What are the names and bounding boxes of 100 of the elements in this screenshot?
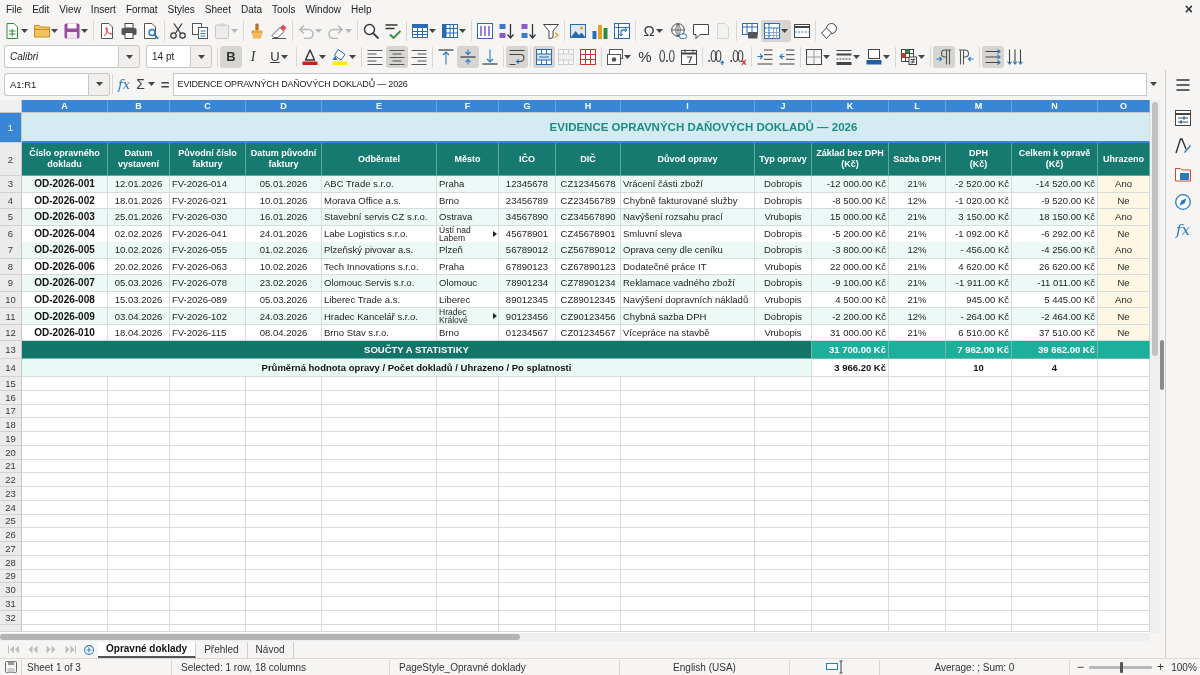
horizontal-scrollbar[interactable]: [0, 633, 1150, 641]
dropdown-button[interactable]: [190, 45, 212, 68]
column-header[interactable]: K: [812, 100, 889, 113]
column-header[interactable]: E: [322, 100, 437, 113]
brush-stroke-icon: [1175, 138, 1191, 154]
column-header[interactable]: A: [22, 100, 108, 113]
row-header[interactable]: 5: [0, 209, 22, 226]
sheet-count-text: Sheet 1 of 3: [27, 661, 81, 673]
pivot-table-icon: [614, 22, 630, 39]
row-header[interactable]: 14: [0, 359, 22, 377]
row-header[interactable]: 7: [0, 242, 22, 259]
column-header[interactable]: N: [1012, 100, 1098, 113]
add-sheet-button[interactable]: [82, 642, 96, 657]
row-header[interactable]: 30: [0, 583, 22, 597]
row-header[interactable]: 18: [0, 418, 22, 432]
menu-item[interactable]: Edit: [27, 1, 55, 17]
left-to-right-button[interactable]: [933, 45, 955, 68]
menu-item[interactable]: File: [1, 1, 28, 17]
table-cell: -14 520.00 Kč: [1012, 176, 1098, 193]
sheet-tab[interactable]: Návod: [247, 641, 294, 658]
line-styles-icon: [836, 48, 852, 65]
column-header[interactable]: B: [108, 100, 170, 113]
table-cell: Navýšení rozsahu prací: [621, 209, 755, 226]
font-size-field[interactable]: 14 pt: [146, 45, 190, 68]
zoom-in-button[interactable]: +: [1156, 661, 1165, 673]
ovals-cross-icon: [730, 48, 746, 65]
row-header[interactable]: 1: [0, 113, 22, 143]
column-header[interactable]: G: [499, 100, 556, 113]
column-header[interactable]: H: [556, 100, 621, 113]
sum-button[interactable]: Σ: [133, 73, 158, 95]
table-cell: [108, 432, 170, 446]
slider-thumb[interactable]: [1119, 661, 1123, 673]
menu-item[interactable]: Insert: [85, 1, 121, 17]
table-cell: 78901234: [499, 275, 556, 292]
table-cell: [946, 597, 1012, 611]
freeze-button[interactable]: [761, 19, 791, 42]
merged-grid-icon: [536, 48, 552, 65]
text-direction-button[interactable]: [982, 45, 1004, 68]
menu-item[interactable]: Tools: [267, 1, 301, 17]
row-header[interactable]: 19: [0, 432, 22, 446]
vertical-scrollbar[interactable]: [1150, 100, 1160, 633]
merge-center-button[interactable]: [533, 45, 555, 68]
row-header[interactable]: 22: [0, 473, 22, 487]
menu-item[interactable]: View: [54, 1, 86, 17]
column-header[interactable]: L: [889, 100, 946, 113]
center-vertically-button[interactable]: [457, 45, 479, 68]
row-header[interactable]: 9: [0, 275, 22, 292]
italic-button[interactable]: I: [242, 45, 264, 68]
zoom-out-button[interactable]: −: [1076, 661, 1085, 673]
row-header[interactable]: 3: [0, 176, 22, 193]
column-header[interactable]: J: [755, 100, 812, 113]
scrollbar-thumb[interactable]: [0, 634, 520, 640]
scrollbar-thumb[interactable]: [1152, 102, 1158, 356]
menu-item[interactable]: Styles: [162, 1, 200, 17]
zoom-percent-text: 100%: [1171, 661, 1197, 673]
table-cell: 21%: [889, 275, 946, 292]
column-header[interactable]: D: [246, 100, 322, 113]
row-header[interactable]: 23: [0, 487, 22, 501]
dropdown-button[interactable]: [118, 45, 140, 68]
paragraph-arrow-left-icon: [958, 48, 974, 65]
column-header[interactable]: C: [170, 100, 246, 113]
function-wizard-button[interactable]: fx: [115, 73, 134, 95]
dropdown-button[interactable]: [88, 72, 110, 96]
bold-button[interactable]: B: [220, 45, 242, 68]
wrap-text-button[interactable]: [506, 45, 528, 68]
column-header[interactable]: F: [437, 100, 499, 113]
grid-icon: [412, 22, 428, 39]
row-header[interactable]: 27: [0, 542, 22, 556]
percent-format-button[interactable]: %: [634, 45, 656, 68]
align-center-button[interactable]: [386, 45, 408, 68]
special-character-button[interactable]: Ω: [638, 19, 668, 42]
sheet-tab[interactable]: Přehled: [196, 641, 248, 658]
row-header[interactable]: 13: [0, 341, 22, 359]
font-name-field[interactable]: Calibri: [4, 45, 118, 68]
caret-icon: [918, 54, 925, 59]
sidebar-toggle-button[interactable]: [1160, 340, 1164, 390]
table-cell: 12%: [889, 308, 946, 325]
menu-item[interactable]: Help: [346, 1, 377, 17]
underline-button[interactable]: U: [264, 45, 294, 68]
menu-item[interactable]: Sheet: [199, 1, 236, 17]
functions-button[interactable]: fx: [1171, 219, 1195, 241]
column-header[interactable]: O: [1098, 100, 1150, 113]
row-header[interactable]: 31: [0, 597, 22, 611]
row-header[interactable]: 15: [0, 377, 22, 391]
menu-item[interactable]: Data: [235, 1, 268, 17]
column-header[interactable]: I: [621, 100, 755, 113]
table-cell: [755, 583, 812, 597]
close-button[interactable]: ×: [1181, 1, 1196, 17]
caret-icon: [459, 28, 466, 33]
row-header[interactable]: 11: [0, 308, 22, 325]
table-cell: [108, 487, 170, 501]
menu-item[interactable]: Window: [300, 1, 346, 17]
column-header[interactable]: M: [946, 100, 1012, 113]
sheet-tab[interactable]: Opravné doklady: [98, 641, 197, 658]
formula-input-field[interactable]: EVIDENCE OPRAVNÝCH DAŇOVÝCH DOKLADŮ — 2026: [172, 72, 1147, 96]
row-header[interactable]: 2: [0, 143, 22, 176]
formula-button[interactable]: =: [157, 73, 173, 95]
menu-item[interactable]: Format: [120, 1, 163, 17]
row-header[interactable]: 26: [0, 528, 22, 542]
name-box-field[interactable]: A1:R1: [4, 72, 88, 96]
